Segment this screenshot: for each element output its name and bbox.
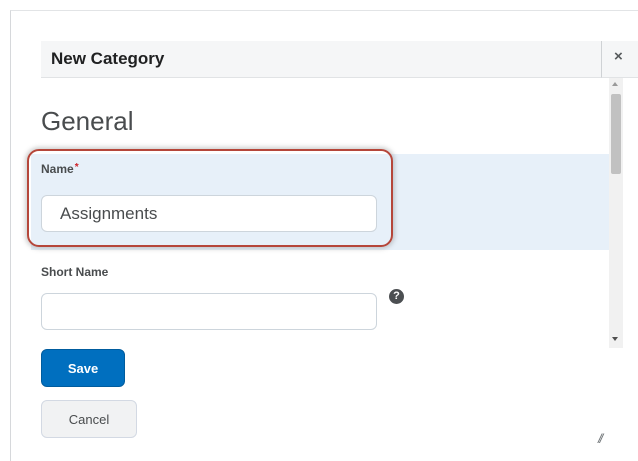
dialog-content: General Name* Short Name ? xyxy=(11,78,609,348)
short-name-label: Short Name xyxy=(41,265,109,279)
dialog-scrollbar[interactable] xyxy=(609,78,623,348)
new-category-dialog: New Category × General Name* Short Name … xyxy=(10,10,638,461)
close-button[interactable]: × xyxy=(601,41,638,78)
scroll-up-arrow-icon[interactable] xyxy=(612,82,618,86)
help-icon[interactable]: ? xyxy=(389,289,404,304)
name-label-text: Name xyxy=(41,162,74,176)
save-button[interactable]: Save xyxy=(41,349,125,387)
page: New Category × General Name* Short Name … xyxy=(0,0,638,461)
dialog-title: New Category xyxy=(51,49,165,68)
name-input[interactable] xyxy=(41,195,377,232)
name-label: Name* xyxy=(41,162,79,176)
short-name-input[interactable] xyxy=(41,293,377,330)
close-icon[interactable]: × xyxy=(614,48,623,65)
resize-grip-icon[interactable]: // xyxy=(598,431,603,446)
dialog-titlebar: New Category xyxy=(41,41,611,78)
required-asterisk: * xyxy=(74,162,79,173)
scroll-thumb[interactable] xyxy=(611,94,621,174)
scroll-down-arrow-icon[interactable] xyxy=(612,337,618,341)
section-heading-general: General xyxy=(41,106,134,136)
cancel-button[interactable]: Cancel xyxy=(41,400,137,438)
